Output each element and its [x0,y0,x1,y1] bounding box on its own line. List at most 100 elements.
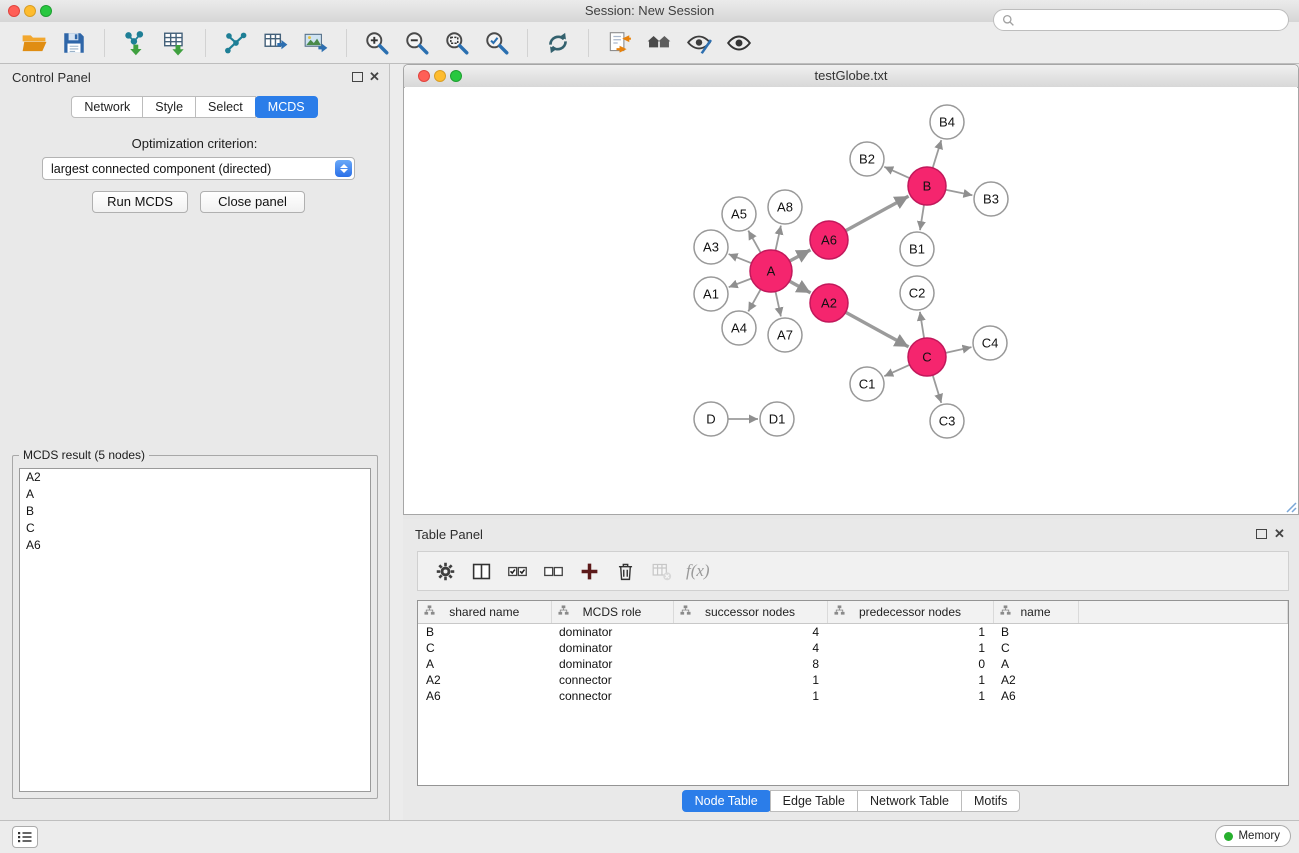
table-cell[interactable]: A [993,656,1078,672]
refresh-view-button[interactable] [541,26,575,60]
export-image-button[interactable] [299,26,333,60]
network-window-titlebar[interactable]: testGlobe.txt [404,65,1298,88]
table-cell[interactable]: C [418,640,551,656]
result-item[interactable]: C [20,520,370,537]
table-cell[interactable]: 0 [827,656,993,672]
settings-gear-button[interactable] [430,556,460,586]
reset-home-button[interactable] [642,26,676,60]
table-cell[interactable]: 1 [827,688,993,704]
show-columns-button[interactable] [466,556,496,586]
table-cell[interactable]: 1 [827,624,993,641]
add-row-button[interactable] [574,556,604,586]
toolbar-search[interactable] [993,9,1289,31]
dropdown-stepper-icon[interactable] [335,160,352,177]
tab-motifs[interactable]: Motifs [961,790,1020,812]
graph-edge-A-A8[interactable] [776,226,781,251]
table-cell[interactable]: 1 [827,672,993,688]
tab-network[interactable]: Network [71,96,143,118]
select-all-button[interactable] [502,556,532,586]
column-header-successor-nodes[interactable]: successor nodes [673,601,827,624]
table-cell[interactable]: dominator [551,624,673,641]
graph-edge-C-C3[interactable] [933,375,942,403]
result-item[interactable]: A6 [20,537,370,554]
tab-select[interactable]: Select [195,96,256,118]
graph-edge-A6-B[interactable] [846,196,909,231]
table-float-panel-button[interactable] [1256,529,1267,539]
column-header-shared-name[interactable]: shared name [418,601,551,624]
graph-edge-A-A3[interactable] [729,254,752,263]
network-canvas[interactable]: AA6A2BCA5A8A3A1A4A7B2B4B3B1C2C4C1C3DD1 [405,87,1297,513]
table-cell[interactable]: connector [551,688,673,704]
graph-edge-C-C4[interactable] [946,347,972,353]
tab-mcds[interactable]: MCDS [255,96,318,118]
table-cell[interactable]: 4 [673,640,827,656]
table-cell[interactable]: A2 [993,672,1078,688]
delete-table-button[interactable] [646,556,676,586]
graph-edge-A-A1[interactable] [729,279,752,288]
table-cell[interactable]: 1 [827,640,993,656]
table-close-panel-button[interactable]: ✕ [1274,529,1285,539]
zoom-selected-button[interactable] [480,26,514,60]
function-builder-button[interactable]: f(x) [686,561,710,581]
graph-edge-C-C2[interactable] [920,312,924,338]
graph-edge-C-C1[interactable] [884,365,909,376]
table-cell[interactable]: 1 [673,672,827,688]
task-history-button[interactable] [12,826,38,848]
optimization-criterion-dropdown[interactable]: largest connected component (directed) [42,157,355,180]
deselect-all-button[interactable] [538,556,568,586]
tab-network-table[interactable]: Network Table [857,790,962,812]
open-session-button[interactable] [17,26,51,60]
column-header-name[interactable]: name [993,601,1078,624]
save-session-button[interactable] [57,26,91,60]
graph-edge-A-A7[interactable] [776,292,781,317]
graph-edge-B-B4[interactable] [933,140,942,168]
resize-grip-icon[interactable] [1283,499,1297,513]
graph-edge-B-B1[interactable] [920,205,924,230]
network-graph[interactable]: AA6A2BCA5A8A3A1A4A7B2B4B3B1C2C4C1C3DD1 [405,87,1297,513]
table-cell[interactable]: B [993,624,1078,641]
table-row[interactable]: Bdominator41B [418,624,1288,641]
delete-rows-button[interactable] [610,556,640,586]
table-cell[interactable]: A [418,656,551,672]
graph-edge-A-A2[interactable] [789,281,810,293]
table-cell[interactable]: connector [551,672,673,688]
column-header-predecessor-nodes[interactable]: predecessor nodes [827,601,993,624]
table-row[interactable]: Adominator80A [418,656,1288,672]
node-table[interactable]: shared nameMCDS rolesuccessor nodesprede… [417,600,1289,786]
zoom-in-button[interactable] [360,26,394,60]
table-cell[interactable]: C [993,640,1078,656]
graph-edge-B-B3[interactable] [946,190,973,195]
show-details-button[interactable] [722,26,756,60]
table-cell[interactable]: A6 [993,688,1078,704]
run-mcds-button[interactable]: Run MCDS [92,191,188,213]
table-cell[interactable]: A6 [418,688,551,704]
mcds-result-list[interactable]: A2ABCA6 [19,468,371,792]
table-row[interactable]: A6connector11A6 [418,688,1288,704]
graph-edge-A-A4[interactable] [748,289,760,311]
tab-edge-table[interactable]: Edge Table [770,790,858,812]
tab-style[interactable]: Style [142,96,196,118]
table-cell[interactable]: 4 [673,624,827,641]
table-cell[interactable]: A2 [418,672,551,688]
zoom-out-button[interactable] [400,26,434,60]
table-cell[interactable]: 8 [673,656,827,672]
graph-edge-A-A5[interactable] [748,231,760,253]
table-cell[interactable]: 1 [673,688,827,704]
import-network-button[interactable] [118,26,152,60]
table-cell[interactable]: dominator [551,640,673,656]
import-table-button[interactable] [158,26,192,60]
result-item[interactable]: A2 [20,469,370,486]
table-cell[interactable]: B [418,624,551,641]
column-header-mcds-role[interactable]: MCDS role [551,601,673,624]
graph-edge-B-B2[interactable] [884,167,909,178]
result-item[interactable]: B [20,503,370,520]
close-panel-icon-button[interactable]: ✕ [369,72,380,82]
export-network-button[interactable] [219,26,253,60]
graph-edge-A2-C[interactable] [846,312,909,347]
export-table-button[interactable] [259,26,293,60]
tab-node-table[interactable]: Node Table [682,790,771,812]
table-cell[interactable]: dominator [551,656,673,672]
close-panel-button[interactable]: Close panel [200,191,305,213]
table-row[interactable]: Cdominator41C [418,640,1288,656]
open-file-panel-button[interactable] [602,26,636,60]
